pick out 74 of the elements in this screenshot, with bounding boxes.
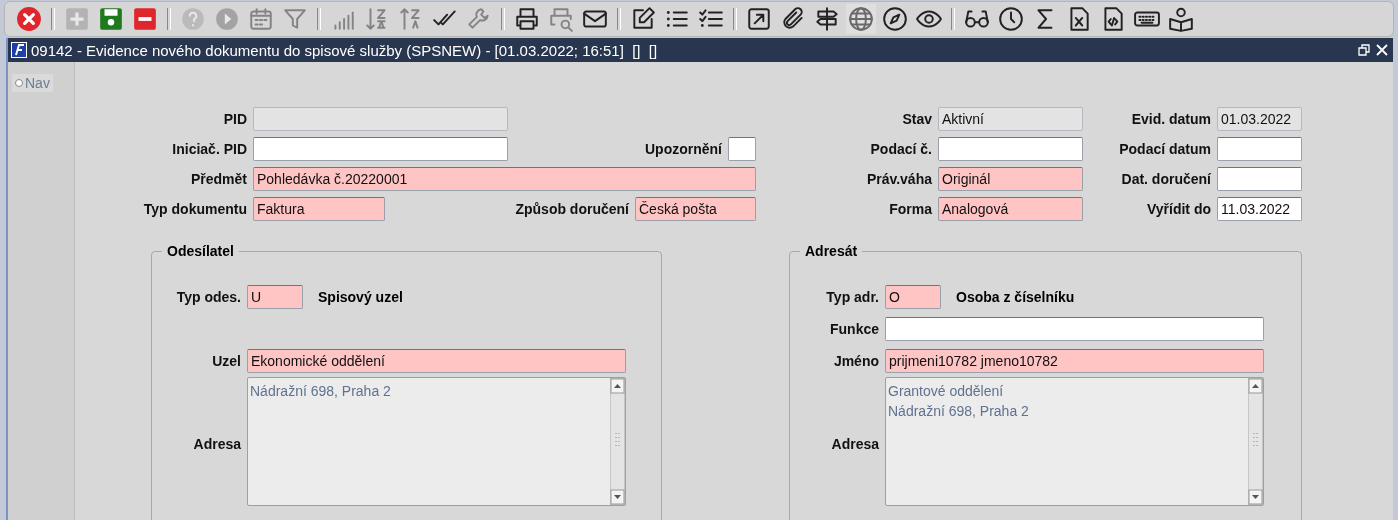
input-field[interactable]: Analogová [938,197,1083,221]
filter-icon [282,6,308,32]
field-label: Uzel [211,353,242,369]
field-label: Vyřídit do [1145,201,1212,217]
input-field[interactable] [938,137,1083,161]
input-field[interactable] [253,137,508,161]
field-label: PID [222,111,248,127]
input-field[interactable]: Aktivní [938,107,1083,131]
input-field[interactable]: Ekonomické oddělení [247,349,626,373]
close-icon[interactable] [1375,43,1389,57]
input-field[interactable]: U [247,285,303,309]
field-label: Upozornění [644,141,723,157]
book-reader-icon [1168,6,1194,32]
edit-icon [630,6,656,32]
clock-button[interactable] [996,4,1026,34]
restore-icon[interactable] [1357,43,1371,57]
field-label: Evid. datum [1130,111,1212,127]
input-field[interactable] [253,107,508,131]
paperclip-icon [780,6,806,32]
signpost-icon [814,6,840,32]
cancel-button[interactable] [14,4,44,34]
field-label: Práv.váha [865,171,933,187]
text-area[interactable]: Grantové oddělení Nádražní 698, Praha 2 [885,377,1264,506]
group-title: Odesílatel [162,243,239,259]
field-label: Stav [901,111,933,127]
field-label: Jméno [832,353,880,369]
field-label: Podací datum [1118,141,1212,157]
scrollbar[interactable] [610,378,625,505]
field-note: Spisový uzel [318,289,403,305]
input-field[interactable]: Česká pošta [635,197,756,221]
compass-icon [882,6,908,32]
scrollbar[interactable] [1248,378,1263,505]
window-title: 09142 - Evidence nového dokumentu do spisové služby (SPSNEW) - [01.03.2022; 16:51] [] [] [31,41,659,59]
text-area[interactable]: Nádražní 698, Praha 2 [247,377,626,506]
save-icon [98,6,124,32]
field-label: Typ adr. [825,289,880,305]
field-label: Předmět [189,171,248,187]
app-logo-icon [11,42,27,58]
field-label: Adresa [192,435,242,452]
input-field[interactable]: 01.03.2022 [1217,107,1302,131]
input-field[interactable]: prijmeni10782 jmeno10782 [885,349,1264,373]
field-label: Podací č. [869,141,933,157]
field-label: Dat. doručení [1120,171,1212,187]
input-field[interactable]: Faktura [253,197,385,221]
field-label: Typ dokumentu [142,201,248,217]
input-field[interactable]: O [885,285,941,309]
input-field[interactable] [1217,167,1302,191]
field-label: Funkce [829,321,880,337]
clock-icon [998,6,1024,32]
globe-icon [848,6,874,32]
wrench-icon [466,6,492,32]
add-icon [64,6,90,32]
input-field[interactable]: 11.03.2022 [1217,197,1302,221]
field-label: Adresa [830,435,880,452]
remove-icon [132,6,158,32]
cancel-icon [16,6,42,32]
input-field[interactable] [885,317,1264,341]
input-field[interactable]: Pohledávka č.20220001 [253,167,756,191]
group-title: Adresát [800,243,863,259]
calendar-icon [248,6,274,32]
print-preview-icon [548,6,574,32]
field-label: Způsob doručení [514,201,630,217]
help-icon [180,6,206,32]
field-note: Osoba z číselníku [956,289,1075,305]
field-label: Iniciač. PID [171,141,248,157]
external-link-icon [746,6,772,32]
play-icon [214,6,240,32]
compass-button[interactable] [880,4,910,34]
input-field[interactable]: Originál [938,167,1083,191]
field-label: Typ odes. [175,289,242,305]
input-field[interactable] [728,137,756,161]
input-field[interactable] [1217,137,1302,161]
field-label: Forma [888,201,933,217]
printer-icon [514,6,540,32]
